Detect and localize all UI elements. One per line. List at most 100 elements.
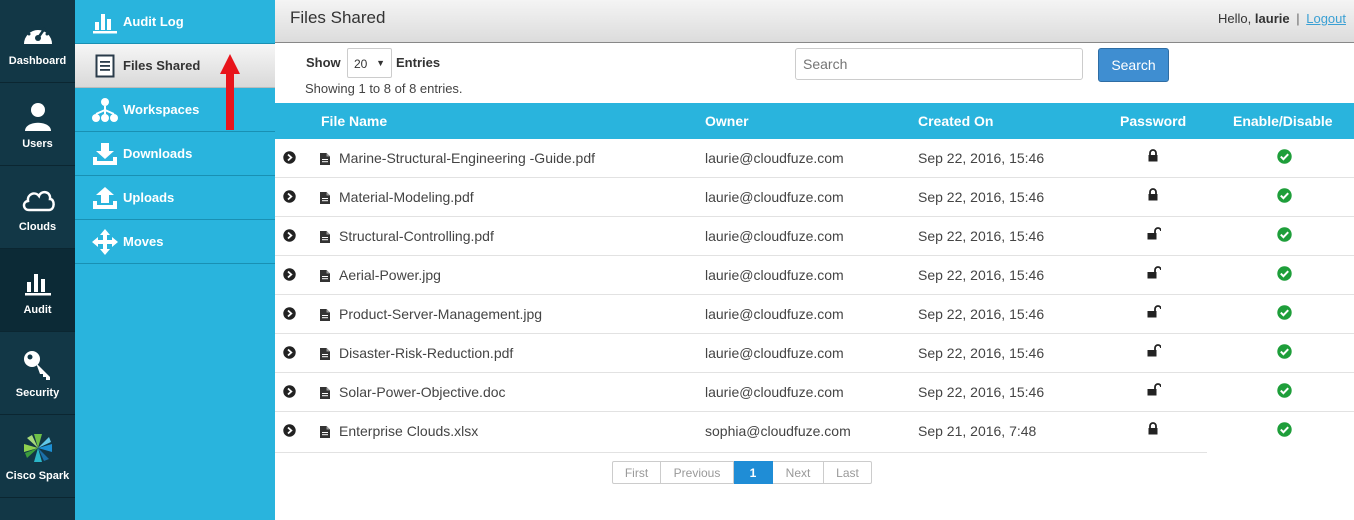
table-bottom-divider — [275, 452, 1207, 453]
nav-label: Cisco Spark — [5, 470, 70, 482]
column-header-owner[interactable]: Owner — [705, 113, 749, 129]
file-icon — [320, 191, 330, 204]
nav-item-security[interactable]: Security — [0, 332, 75, 415]
file-icon — [320, 230, 330, 243]
submenu-label: Audit Log — [123, 14, 184, 29]
submenu-label: Workspaces — [123, 102, 200, 117]
audit-submenu: Audit Log Files Shared Workspaces Downlo… — [75, 0, 275, 520]
file-name: Aerial-Power.jpg — [339, 267, 441, 283]
enabled-check-icon[interactable] — [1277, 344, 1292, 362]
hello-text: Hello, — [1218, 11, 1252, 26]
lock-closed-icon[interactable] — [1147, 188, 1159, 204]
lock-closed-icon[interactable] — [1147, 422, 1159, 438]
lock-open-icon[interactable] — [1147, 305, 1162, 321]
file-name-cell: Structural-Controlling.pdf — [320, 228, 494, 244]
file-icon — [320, 152, 330, 165]
owner-cell: laurie@cloudfuze.com — [705, 384, 844, 400]
submenu-item-uploads[interactable]: Uploads — [75, 176, 275, 220]
entries-per-page-select[interactable]: 20 ▼ — [347, 48, 392, 78]
enabled-check-icon[interactable] — [1277, 188, 1292, 206]
red-annotation-arrow-icon — [220, 54, 240, 130]
file-icon — [320, 347, 330, 360]
bar-chart-icon — [20, 264, 56, 300]
owner-cell: laurie@cloudfuze.com — [705, 228, 844, 244]
expand-row-icon[interactable] — [283, 424, 297, 438]
file-name: Structural-Controlling.pdf — [339, 228, 494, 244]
search-button[interactable]: Search — [1098, 48, 1169, 82]
file-name-cell: Product-Server-Management.jpg — [320, 306, 542, 322]
nav-item-clouds[interactable]: Clouds — [0, 166, 75, 249]
file-name: Solar-Power-Objective.doc — [339, 384, 506, 400]
entries-value: 20 — [354, 57, 368, 71]
expand-row-icon[interactable] — [283, 307, 297, 321]
file-icon — [320, 425, 330, 438]
move-arrows-icon — [91, 228, 119, 256]
owner-cell: laurie@cloudfuze.com — [705, 150, 844, 166]
enabled-check-icon[interactable] — [1277, 227, 1292, 245]
pagination-page-1[interactable]: 1 — [734, 461, 773, 484]
bar-chart-icon — [91, 8, 119, 36]
lock-closed-icon[interactable] — [1147, 149, 1159, 165]
logout-link[interactable]: Logout — [1306, 11, 1346, 26]
expand-row-icon[interactable] — [283, 385, 297, 399]
pagination-previous-button[interactable]: Previous — [661, 461, 734, 484]
created-on-cell: Sep 22, 2016, 15:46 — [918, 384, 1045, 400]
enabled-check-icon[interactable] — [1277, 305, 1292, 323]
owner-cell: laurie@cloudfuze.com — [705, 189, 844, 205]
column-header-enable-disable: Enable/Disable — [1233, 113, 1333, 129]
owner-cell: sophia@cloudfuze.com — [705, 423, 851, 439]
column-header-created-on[interactable]: Created On — [918, 113, 993, 129]
submenu-item-workspaces[interactable]: Workspaces — [75, 88, 275, 132]
expand-row-icon[interactable] — [283, 346, 297, 360]
file-icon — [320, 308, 330, 321]
lock-open-icon[interactable] — [1147, 383, 1162, 399]
nav-label: Audit — [23, 304, 52, 316]
pagination: First Previous 1 Next Last — [612, 461, 872, 484]
expand-row-icon[interactable] — [283, 190, 297, 204]
enabled-check-icon[interactable] — [1277, 422, 1292, 440]
submenu-item-files-shared[interactable]: Files Shared — [75, 44, 275, 88]
nav-label: Security — [15, 387, 60, 399]
nav-item-users[interactable]: Users — [0, 83, 75, 166]
created-on-cell: Sep 22, 2016, 15:46 — [918, 228, 1045, 244]
nav-item-audit[interactable]: Audit — [0, 249, 75, 332]
created-on-cell: Sep 22, 2016, 15:46 — [918, 345, 1045, 361]
app-window: Dashboard Users Clouds Audit Security Ci… — [0, 0, 1354, 520]
column-header-password: Password — [1120, 113, 1187, 129]
lock-open-icon[interactable] — [1147, 227, 1162, 243]
nav-label: Clouds — [18, 221, 57, 233]
nav-item-cisco-spark[interactable]: Cisco Spark — [0, 415, 75, 498]
pagination-next-button[interactable]: Next — [773, 461, 824, 484]
enabled-check-icon[interactable] — [1277, 383, 1292, 401]
files-shared-table: File Name Owner Created On Password Enab… — [275, 103, 1354, 451]
top-header: Files Shared Hello, laurie | Logout — [275, 0, 1354, 43]
file-name: Marine-Structural-Engineering -Guide.pdf — [339, 150, 596, 166]
owner-cell: laurie@cloudfuze.com — [705, 267, 844, 283]
column-header-file-name[interactable]: File Name — [321, 113, 387, 129]
submenu-item-moves[interactable]: Moves — [75, 220, 275, 264]
search-input[interactable] — [795, 48, 1083, 80]
lock-open-icon[interactable] — [1147, 344, 1162, 360]
created-on-cell: Sep 21, 2016, 7:48 — [918, 423, 1037, 439]
table-row: Aerial-Power.jpg laurie@cloudfuze.com Sep … — [275, 256, 1354, 295]
owner-cell: laurie@cloudfuze.com — [705, 345, 844, 361]
pagination-last-button[interactable]: Last — [824, 461, 872, 484]
enabled-check-icon[interactable] — [1277, 149, 1292, 167]
table-controls: Show 20 ▼ Entries Showing 1 to 8 of 8 en… — [275, 43, 1354, 103]
created-on-cell: Sep 22, 2016, 15:46 — [918, 267, 1045, 283]
expand-row-icon[interactable] — [283, 151, 297, 165]
lock-open-icon[interactable] — [1147, 266, 1162, 282]
submenu-label: Files Shared — [123, 58, 201, 73]
enabled-check-icon[interactable] — [1277, 266, 1292, 284]
expand-row-icon[interactable] — [283, 268, 297, 282]
file-name-cell: Disaster-Risk-Reduction.pdf — [320, 345, 513, 361]
submenu-item-audit-log[interactable]: Audit Log — [75, 0, 275, 44]
key-icon — [20, 347, 56, 383]
table-row: Product-Server-Management.jpg laurie@clou… — [275, 295, 1354, 334]
expand-row-icon[interactable] — [283, 229, 297, 243]
pagination-first-button[interactable]: First — [612, 461, 661, 484]
submenu-item-downloads[interactable]: Downloads — [75, 132, 275, 176]
nav-item-dashboard[interactable]: Dashboard — [0, 0, 75, 83]
nav-label: Users — [22, 138, 53, 150]
submenu-label: Uploads — [123, 190, 175, 205]
